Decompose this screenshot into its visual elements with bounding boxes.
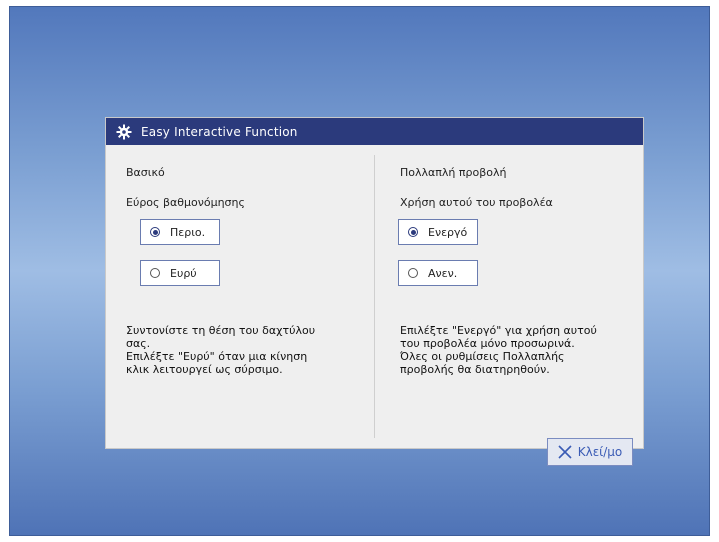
basic-description: Συντονίστε τη θέση του δαχτύλου σας. Επι… — [126, 324, 316, 376]
projector-option-on[interactable]: Ενεργό — [398, 219, 478, 245]
multi-projection-section: Πολλαπλή προβολή Χρήση αυτού του προβολέ… — [374, 145, 643, 466]
radio-selected-icon — [150, 227, 160, 237]
close-icon — [558, 445, 572, 459]
projector-screen-background: Easy Interactive Function Βασικό Εύρος β… — [9, 6, 710, 536]
option-label: Περιο. — [170, 225, 206, 239]
basic-heading: Βασικό — [126, 166, 165, 179]
basic-section: Βασικό Εύρος βαθμονόμησης Περιο. Ευρύ Συ… — [106, 145, 374, 448]
projector-option-off[interactable]: Ανεν. — [398, 260, 478, 286]
calibration-option-area[interactable]: Περιο. — [140, 219, 220, 245]
close-button[interactable]: Κλεί/μο — [547, 438, 633, 466]
radio-unselected-icon — [408, 268, 418, 278]
multi-projection-description: Επιλέξτε "Ενεργό" για χρήση αυτού του πρ… — [400, 324, 597, 376]
calibration-range-label: Εύρος βαθμονόμησης — [126, 196, 245, 209]
easy-interactive-dialog: Easy Interactive Function Βασικό Εύρος β… — [106, 118, 643, 466]
close-button-label: Κλεί/μο — [577, 445, 623, 459]
gear-icon — [116, 124, 132, 139]
radio-unselected-icon — [150, 268, 160, 278]
dialog-titlebar: Easy Interactive Function — [106, 118, 643, 145]
radio-selected-icon — [408, 227, 418, 237]
use-this-projector-label: Χρήση αυτού του προβολέα — [400, 196, 553, 209]
calibration-option-wide[interactable]: Ευρύ — [140, 260, 220, 286]
option-label: Ευρύ — [170, 266, 197, 280]
option-label: Ανεν. — [428, 266, 458, 280]
multi-projection-heading: Πολλαπλή προβολή — [400, 166, 507, 179]
dialog-title: Easy Interactive Function — [141, 124, 298, 139]
option-label: Ενεργό — [428, 225, 468, 239]
